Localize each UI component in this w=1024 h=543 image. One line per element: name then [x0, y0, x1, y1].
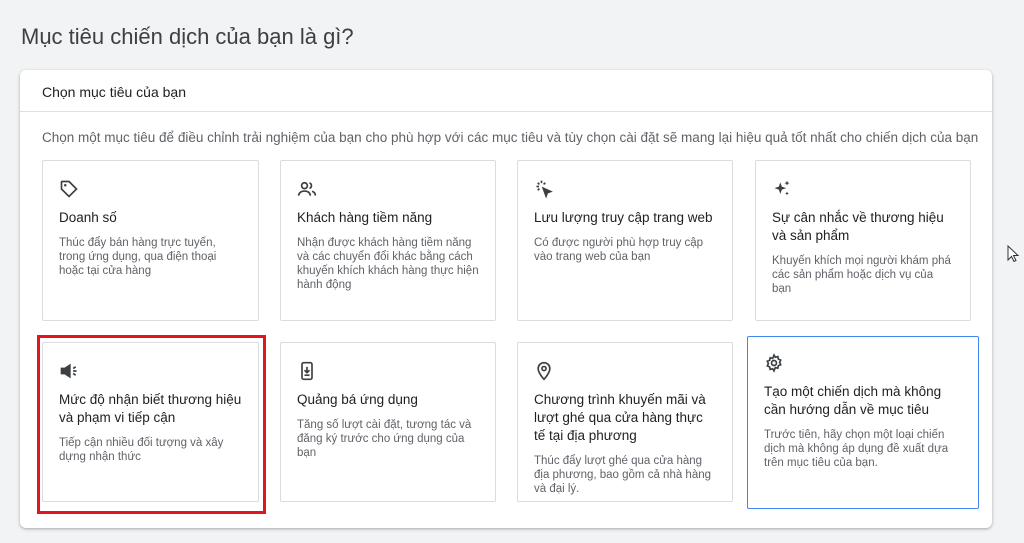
card-title: Mức độ nhận biết thương hiệu và phạm vi …: [59, 392, 242, 425]
card-title: Quảng bá ứng dụng: [297, 392, 418, 407]
card-description: Thúc đẩy bán hàng trực tuyến, trong ứng …: [59, 237, 217, 277]
phone-download-icon: [297, 361, 317, 381]
card-title: Doanh số: [59, 210, 117, 225]
objective-card-no-guidance[interactable]: Tạo một chiến dịch mà không cần hướng dẫ…: [747, 336, 979, 509]
card-description: Tiếp cận nhiều đối tượng và xây dựng nhậ…: [59, 437, 224, 463]
gear-icon: [764, 353, 784, 373]
panel-description: Chọn một mục tiêu để điều chỉnh trải ngh…: [42, 130, 979, 145]
sparkle-icon: [772, 179, 792, 199]
objective-card-brand-awareness[interactable]: Mức độ nhận biết thương hiệu và phạm vi …: [42, 342, 259, 502]
cursor-click-icon: [534, 179, 554, 199]
mouse-cursor-icon: [1007, 244, 1020, 263]
card-title: Lưu lượng truy cập trang web: [534, 210, 713, 225]
objective-card-app-promotion[interactable]: Quảng bá ứng dụng Tăng số lượt cài đặt, …: [280, 342, 496, 502]
tag-icon: [59, 179, 79, 199]
card-description: Tăng số lượt cài đặt, tương tác và đăng …: [297, 419, 472, 459]
card-description: Thúc đẩy lượt ghé qua cửa hàng địa phươn…: [534, 455, 712, 495]
panel-header: Chọn mục tiêu của bạn: [20, 70, 992, 112]
card-title: Chương trình khuyến mãi và lượt ghé qua …: [534, 392, 706, 443]
card-description: Nhận được khách hàng tiềm năng và các ch…: [297, 237, 479, 291]
objective-card-website-traffic[interactable]: Lưu lượng truy cập trang web Có được ngư…: [517, 160, 733, 321]
card-description: Trước tiên, hãy chọn một loại chiến dịch…: [764, 429, 949, 469]
card-title: Khách hàng tiềm năng: [297, 210, 433, 225]
card-title: Sự cân nhắc về thương hiệu và sản phẩm: [772, 210, 944, 243]
objective-card-leads[interactable]: Khách hàng tiềm năng Nhận được khách hàn…: [280, 160, 496, 321]
location-pin-icon: [534, 361, 554, 381]
page-title: Mục tiêu chiến dịch của bạn là gì?: [21, 24, 354, 49]
objective-card-consideration[interactable]: Sự cân nhắc về thương hiệu và sản phẩm K…: [755, 160, 971, 321]
people-icon: [297, 179, 317, 199]
card-title: Tạo một chiến dịch mà không cần hướng dẫ…: [764, 384, 942, 417]
card-description: Khuyến khích mọi người khám phá các sản …: [772, 255, 951, 295]
card-description: Có được người phù hợp truy cập vào trang…: [534, 237, 704, 263]
objective-card-local-store-visits[interactable]: Chương trình khuyến mãi và lượt ghé qua …: [517, 342, 733, 502]
objective-card-sales[interactable]: Doanh số Thúc đẩy bán hàng trực tuyến, t…: [42, 160, 259, 321]
megaphone-icon: [59, 361, 79, 381]
